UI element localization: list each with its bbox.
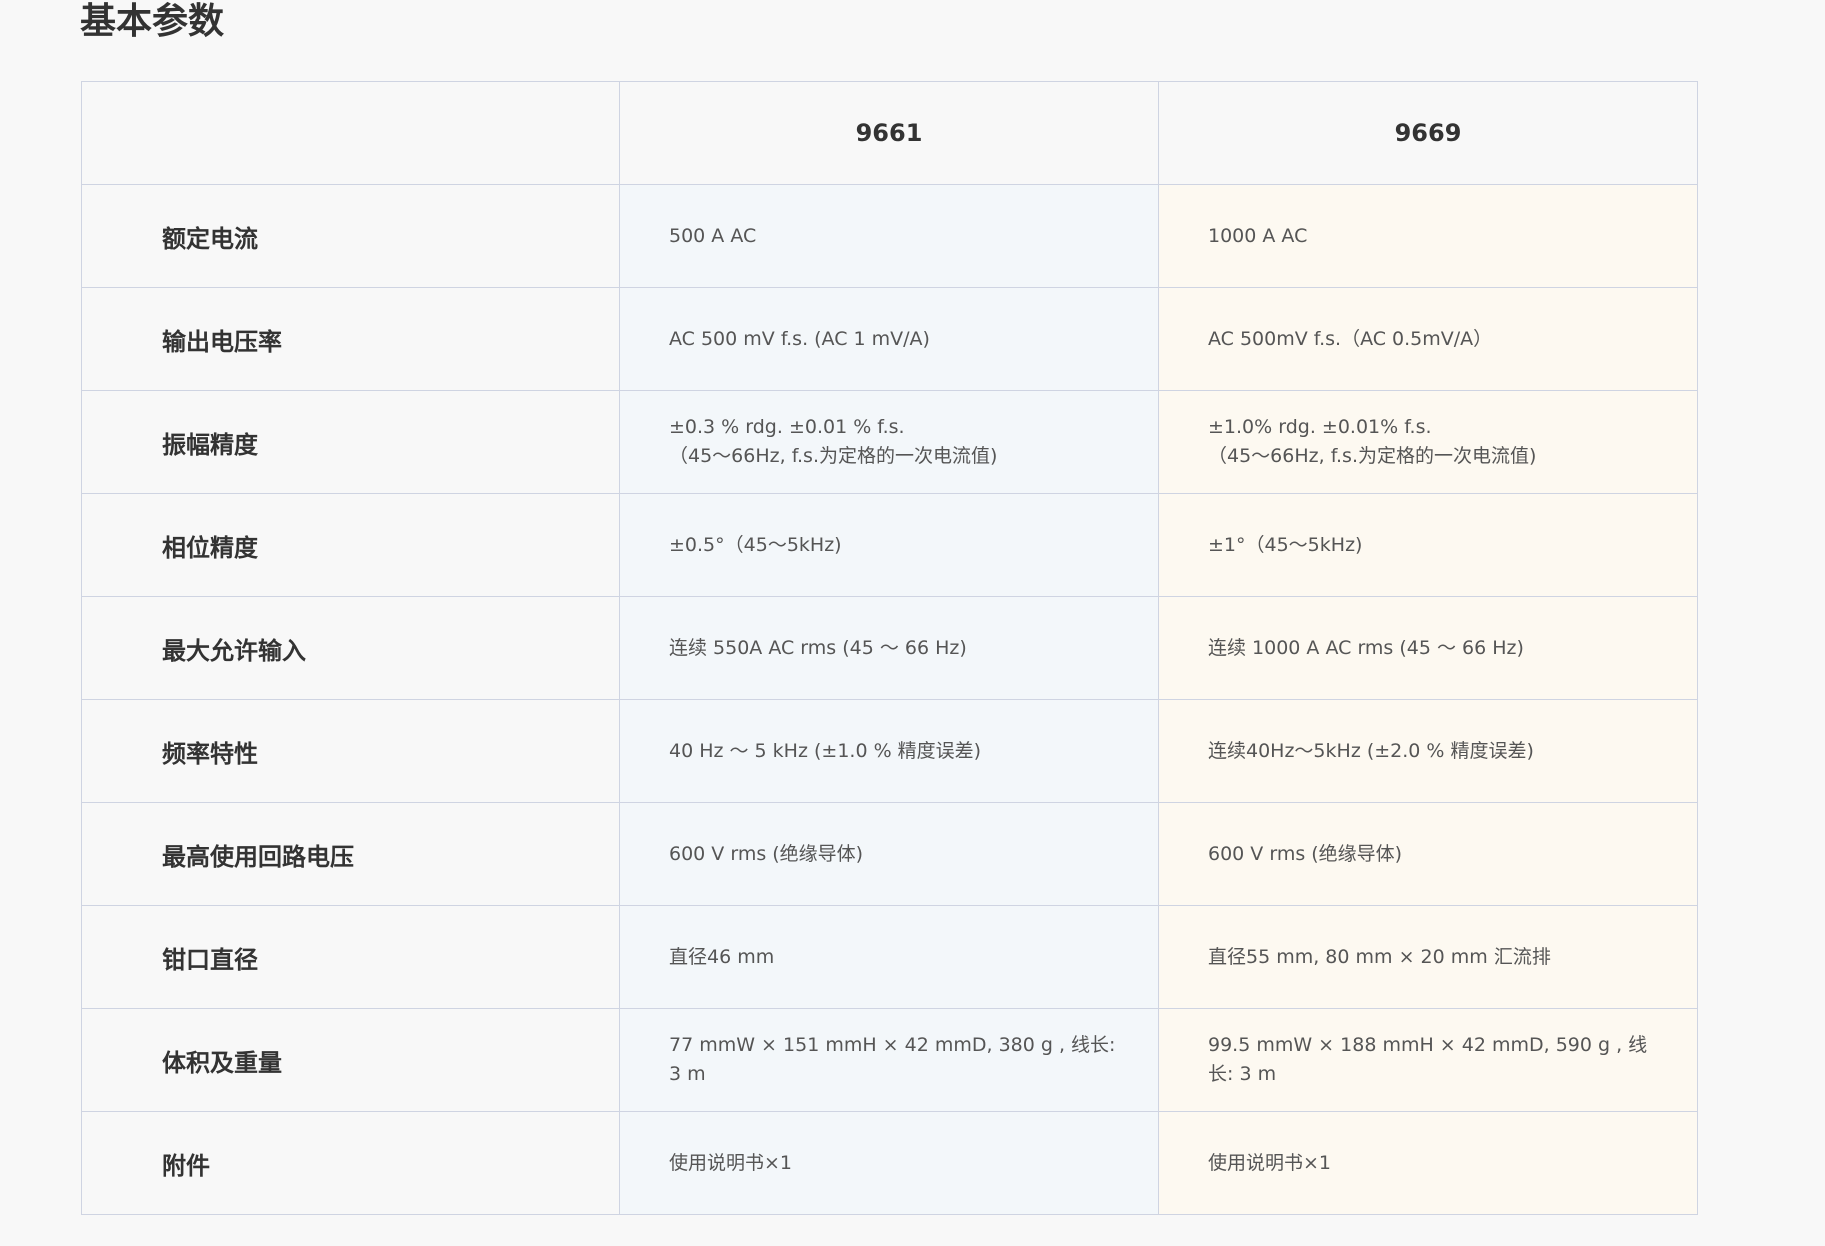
value-9661: 连续 550A AC rms (45 ～ 66 Hz) [619,596,1159,700]
table-row: 附件 使用说明书×1 使用说明书×1 [81,1111,1698,1215]
value-9669: ±1.0% rdg. ±0.01% f.s. （45～66Hz, f.s.为定格… [1158,390,1698,494]
header-cell-9661: 9661 [619,81,1159,185]
value-9669: ±1°（45～5kHz) [1158,493,1698,597]
header-cell-9669: 9669 [1158,81,1698,185]
table-row: 相位精度 ±0.5°（45～5kHz) ±1°（45～5kHz) [81,493,1698,597]
value-9661: AC 500 mV f.s. (AC 1 mV/A) [619,287,1159,391]
row-label: 频率特性 [81,699,620,803]
row-label: 振幅精度 [81,390,620,494]
table-row: 体积及重量 77 mmW × 151 mmH × 42 mmD, 380 g ,… [81,1008,1698,1112]
value-9669: 600 V rms (绝缘导体) [1158,802,1698,906]
value-9661: ±0.3 % rdg. ±0.01 % f.s. （45～66Hz, f.s.为… [619,390,1159,494]
value-9669: 直径55 mm, 80 mm × 20 mm 汇流排 [1158,905,1698,1009]
value-9669: 连续 1000 A AC rms (45 ～ 66 Hz) [1158,596,1698,700]
value-9661: 40 Hz ～ 5 kHz (±1.0 % 精度误差) [619,699,1159,803]
row-label: 最高使用回路电压 [81,802,620,906]
value-9669: 使用说明书×1 [1158,1111,1698,1215]
table-row: 最大允许输入 连续 550A AC rms (45 ～ 66 Hz) 连续 10… [81,596,1698,700]
value-9669: 连续40Hz～5kHz (±2.0 % 精度误差) [1158,699,1698,803]
row-label: 输出电压率 [81,287,620,391]
table-row: 最高使用回路电压 600 V rms (绝缘导体) 600 V rms (绝缘导… [81,802,1698,906]
row-label: 相位精度 [81,493,620,597]
page-title: 基本参数 [80,1,225,42]
table-row: 钳口直径 直径46 mm 直径55 mm, 80 mm × 20 mm 汇流排 [81,905,1698,1009]
value-9661: 直径46 mm [619,905,1159,1009]
value-9661: 77 mmW × 151 mmH × 42 mmD, 380 g , 线长: 3… [619,1008,1159,1112]
value-9669: AC 500mV f.s.（AC 0.5mV/A） [1158,287,1698,391]
table-row: 振幅精度 ±0.3 % rdg. ±0.01 % f.s. （45～66Hz, … [81,390,1698,494]
table-row: 输出电压率 AC 500 mV f.s. (AC 1 mV/A) AC 500m… [81,287,1698,391]
table-row: 频率特性 40 Hz ～ 5 kHz (±1.0 % 精度误差) 连续40Hz～… [81,699,1698,803]
row-label: 额定电流 [81,184,620,288]
table-header-row: 9661 9669 [81,81,1698,185]
table-row: 额定电流 500 A AC 1000 A AC [81,184,1698,288]
value-9669: 99.5 mmW × 188 mmH × 42 mmD, 590 g , 线长:… [1158,1008,1698,1112]
spec-table: 9661 9669 额定电流 500 A AC 1000 A AC 输出电压率 … [81,81,1698,1215]
value-9661: 使用说明书×1 [619,1111,1159,1215]
value-9661: 600 V rms (绝缘导体) [619,802,1159,906]
row-label: 附件 [81,1111,620,1215]
value-9661: 500 A AC [619,184,1159,288]
header-cell-empty [81,81,620,185]
row-label: 钳口直径 [81,905,620,1009]
value-9661: ±0.5°（45～5kHz) [619,493,1159,597]
row-label: 体积及重量 [81,1008,620,1112]
row-label: 最大允许输入 [81,596,620,700]
value-9669: 1000 A AC [1158,184,1698,288]
